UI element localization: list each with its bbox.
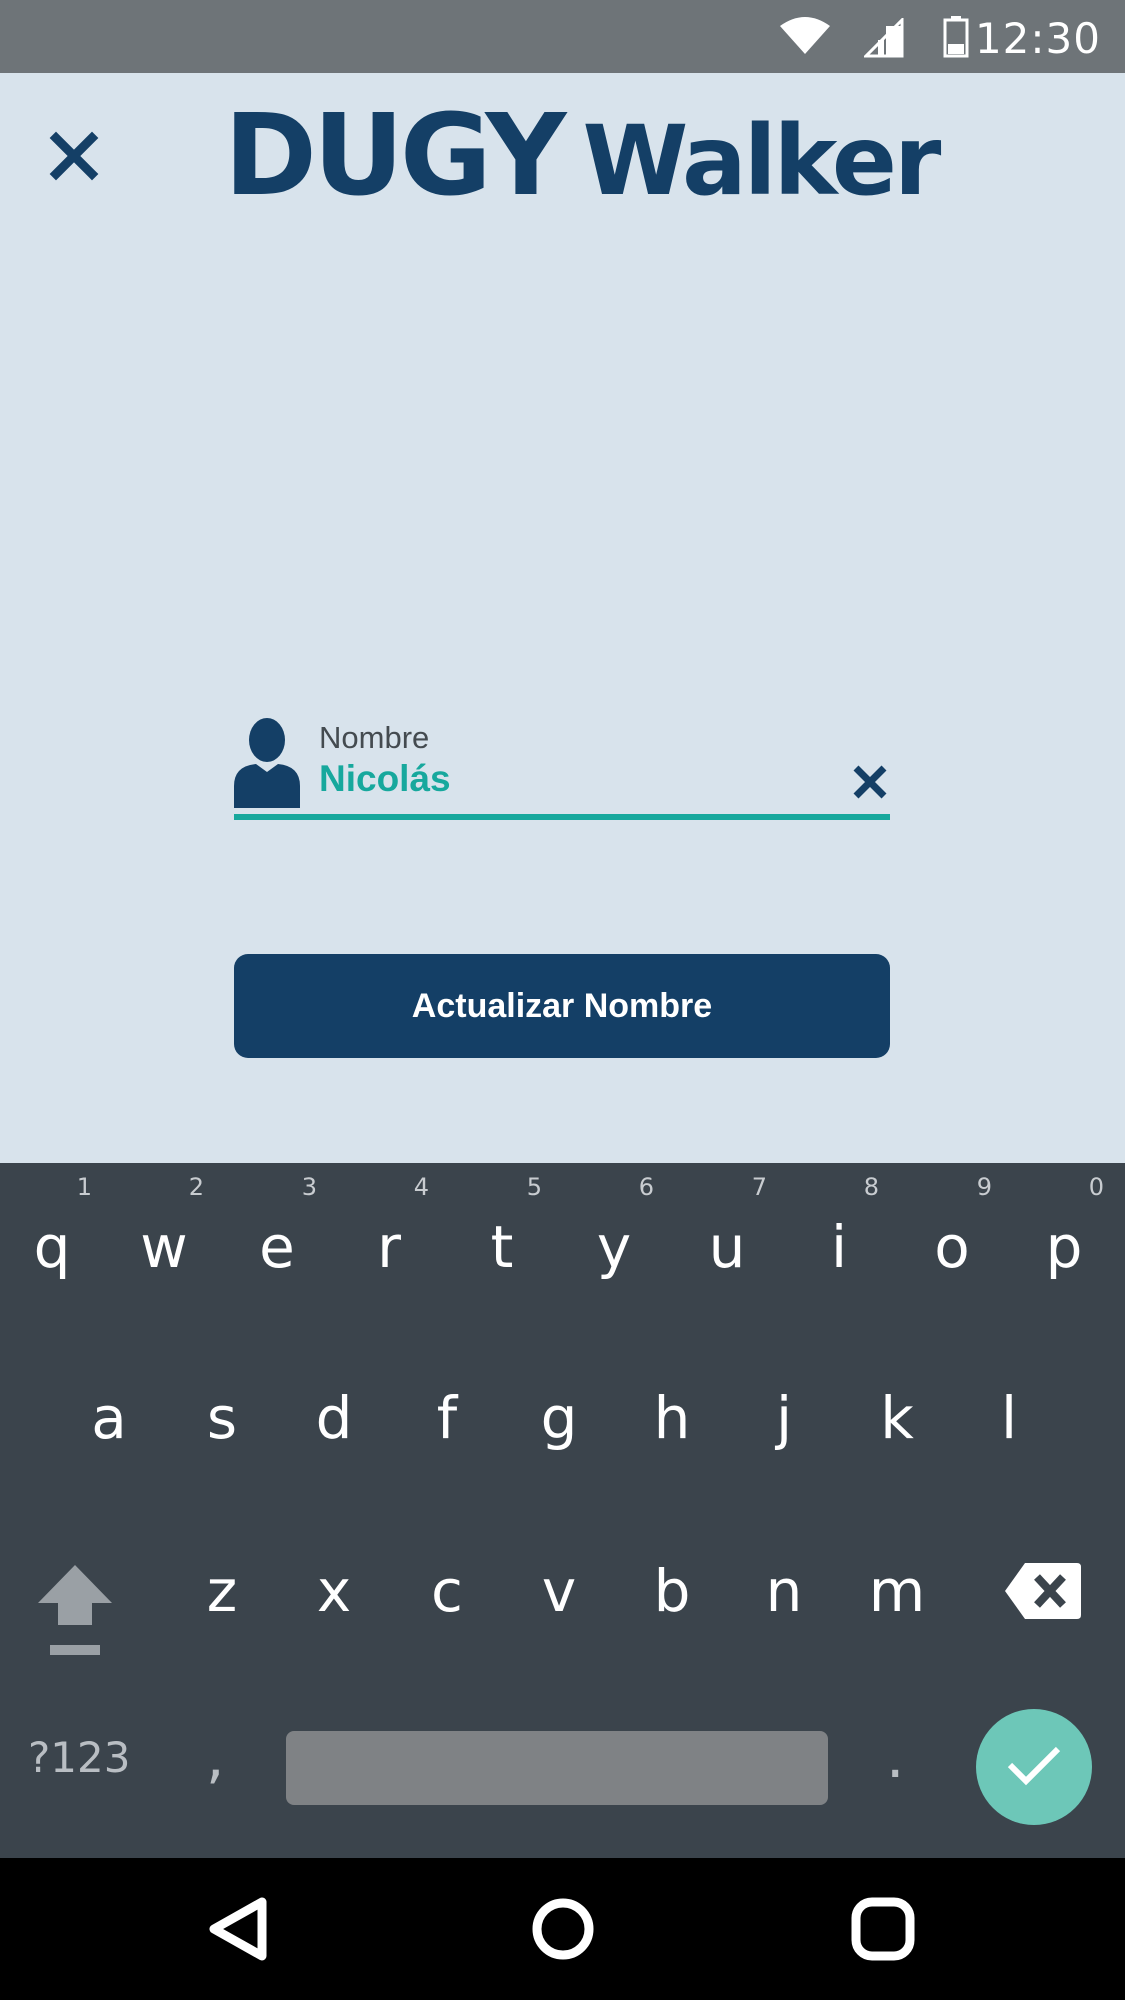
key-hint: 7 — [751, 1173, 767, 1201]
wifi-icon — [778, 16, 832, 61]
key-m[interactable]: m — [847, 1557, 947, 1625]
comma-key[interactable]: , — [206, 1723, 224, 1791]
key-i[interactable]: 8i — [789, 1173, 889, 1281]
app-logo: DUGY Walker — [224, 91, 941, 221]
space-key[interactable] — [286, 1731, 828, 1805]
key-x[interactable]: x — [284, 1557, 384, 1625]
key-t[interactable]: 5t — [452, 1173, 552, 1281]
back-icon[interactable] — [206, 1896, 272, 1967]
key-label: y — [596, 1213, 632, 1281]
key-l[interactable]: l — [959, 1384, 1059, 1452]
soft-keyboard: 1q 2w 3e 4r 5t 6y 7u 8i 9o 0p a s d f g … — [0, 1163, 1125, 1858]
key-n[interactable]: n — [734, 1557, 834, 1625]
key-hint: 5 — [526, 1173, 542, 1201]
key-e[interactable]: 3e — [227, 1173, 327, 1281]
key-h[interactable]: h — [622, 1384, 722, 1452]
close-icon[interactable] — [48, 130, 100, 182]
recents-icon[interactable] — [850, 1896, 916, 1967]
key-label: w — [140, 1213, 188, 1281]
enter-check-icon — [1006, 1743, 1062, 1792]
logo-walker-text: Walker — [582, 105, 941, 217]
navigation-bar — [0, 1858, 1125, 2000]
key-hint: 8 — [863, 1173, 879, 1201]
key-label: o — [934, 1213, 970, 1281]
logo-dugy-text: DUGY — [224, 91, 566, 221]
signal-icon — [862, 16, 904, 63]
key-z[interactable]: z — [172, 1557, 272, 1625]
backspace-icon[interactable] — [1005, 1561, 1081, 1626]
key-hint: 9 — [976, 1173, 992, 1201]
key-y[interactable]: 6y — [564, 1173, 664, 1281]
key-a[interactable]: a — [59, 1384, 159, 1452]
name-field-label: Nombre — [319, 720, 430, 755]
status-bar: 12:30 — [0, 0, 1125, 73]
shift-icon[interactable] — [36, 1563, 114, 1664]
key-label: e — [259, 1213, 295, 1281]
key-q[interactable]: 1q — [2, 1173, 102, 1281]
key-w[interactable]: 2w — [114, 1173, 214, 1281]
key-j[interactable]: j — [734, 1384, 834, 1452]
key-f[interactable]: f — [397, 1384, 497, 1452]
user-icon — [234, 716, 300, 813]
key-u[interactable]: 7u — [677, 1173, 777, 1281]
key-hint: 1 — [76, 1173, 92, 1201]
home-icon[interactable] — [530, 1896, 596, 1967]
key-hint: 4 — [413, 1173, 429, 1201]
update-name-button[interactable]: Actualizar Nombre — [234, 954, 890, 1058]
key-label: u — [708, 1213, 746, 1281]
name-field[interactable]: Nombre — [234, 710, 890, 820]
key-v[interactable]: v — [509, 1557, 609, 1625]
key-o[interactable]: 9o — [902, 1173, 1002, 1281]
enter-key[interactable] — [976, 1709, 1092, 1825]
key-label: t — [490, 1213, 514, 1281]
field-underline — [234, 814, 890, 820]
key-r[interactable]: 4r — [339, 1173, 439, 1281]
key-b[interactable]: b — [622, 1557, 722, 1625]
key-label: r — [377, 1213, 401, 1281]
key-label: i — [830, 1213, 848, 1281]
key-s[interactable]: s — [172, 1384, 272, 1452]
status-time: 12:30 — [974, 14, 1101, 63]
name-input[interactable] — [319, 758, 769, 800]
key-k[interactable]: k — [847, 1384, 947, 1452]
key-hint: 2 — [188, 1173, 204, 1201]
key-p[interactable]: 0p — [1014, 1173, 1114, 1281]
period-key[interactable]: . — [886, 1723, 904, 1791]
battery-icon — [942, 16, 970, 63]
key-hint: 0 — [1088, 1173, 1104, 1201]
key-c[interactable]: c — [397, 1557, 497, 1625]
key-g[interactable]: g — [509, 1384, 609, 1452]
clear-icon[interactable] — [850, 762, 890, 807]
key-label: p — [1045, 1213, 1083, 1281]
key-d[interactable]: d — [284, 1384, 384, 1452]
key-hint: 6 — [638, 1173, 654, 1201]
key-hint: 3 — [301, 1173, 317, 1201]
symbols-key[interactable]: ?123 — [28, 1733, 130, 1782]
key-label: q — [33, 1213, 71, 1281]
